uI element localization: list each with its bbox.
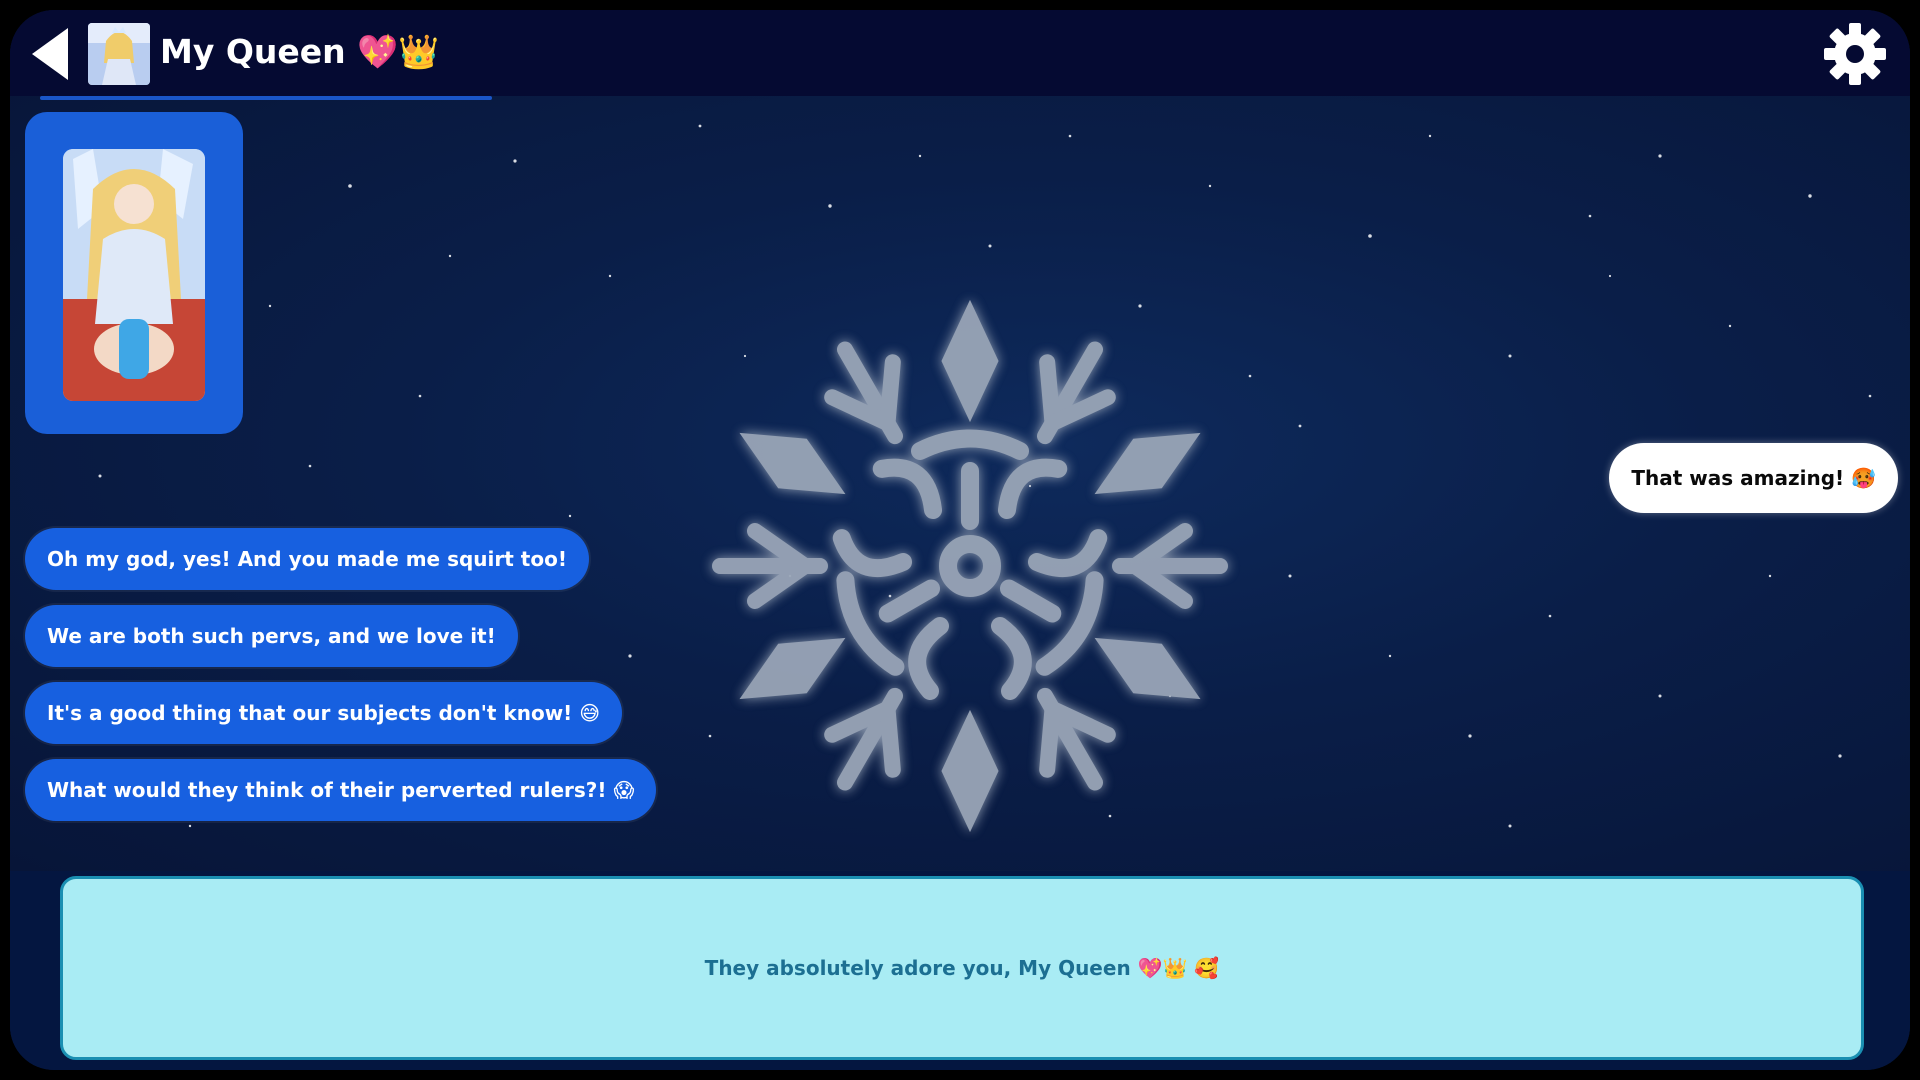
- gear-icon: [1824, 23, 1886, 85]
- chat-bubble-received[interactable]: Oh my god, yes! And you made me squirt t…: [25, 528, 589, 590]
- chat-bubble-received[interactable]: What would they think of their perverted…: [25, 759, 657, 821]
- chat-bubble-received[interactable]: We are both such pervs, and we love it!: [25, 605, 518, 667]
- chat-image-message[interactable]: [25, 112, 243, 434]
- chat-image-thumbnail[interactable]: [63, 149, 205, 401]
- back-button[interactable]: [28, 26, 74, 82]
- reply-option-text: They absolutely adore you, My Queen 💖👑 🥰: [704, 956, 1220, 980]
- snowflake-emblem: [712, 299, 1228, 833]
- image-illustration-icon: [63, 149, 205, 401]
- back-arrow-icon: [32, 28, 68, 80]
- chat-bubble-sent[interactable]: That was amazing! 🥵: [1609, 443, 1898, 513]
- avatar-portrait-icon: [88, 23, 150, 85]
- app-frame: My Queen 💖👑 Oh my god, yes! And you made…: [10, 10, 1910, 1070]
- top-bar: My Queen 💖👑: [10, 10, 1910, 96]
- settings-button[interactable]: [1822, 21, 1888, 87]
- reply-option[interactable]: They absolutely adore you, My Queen 💖👑 🥰: [60, 876, 1864, 1060]
- page-title: My Queen 💖👑: [160, 32, 440, 71]
- chat-bubble-received[interactable]: It's a good thing that our subjects don'…: [25, 682, 623, 744]
- avatar[interactable]: [88, 23, 150, 85]
- scroll-indicator: [40, 96, 492, 100]
